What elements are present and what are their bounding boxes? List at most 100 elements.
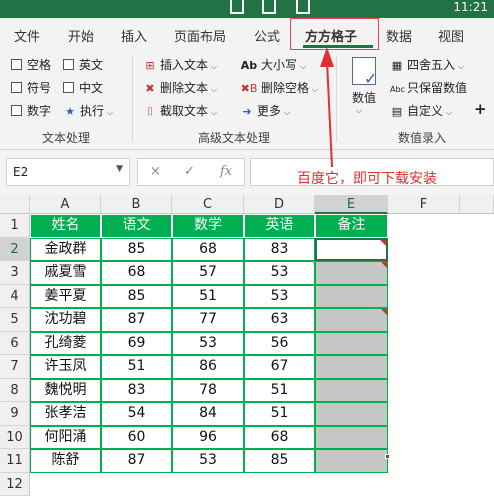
table-cell[interactable]: 54 (101, 402, 172, 426)
table-cell[interactable]: 53 (172, 331, 244, 355)
tab-1[interactable]: 开始 (68, 26, 94, 45)
table-cell[interactable]: 63 (244, 308, 315, 332)
table-cell[interactable]: 83 (244, 237, 315, 261)
notes-cell[interactable] (315, 449, 388, 473)
keep-value-button[interactable]: Abc 只保留数值 (390, 79, 467, 96)
table-cell[interactable]: 53 (172, 449, 244, 473)
notes-cell[interactable] (315, 402, 388, 426)
name-box[interactable]: E2 ▼ (6, 158, 130, 186)
table-cell[interactable]: 陈舒 (30, 449, 101, 473)
header-cell[interactable]: 备注 (315, 214, 388, 238)
case-button[interactable]: Ab 大小写 ⌵ (240, 56, 306, 73)
selected-cell[interactable] (315, 237, 388, 261)
notes-cell[interactable] (315, 378, 388, 402)
delete-text-button[interactable]: ✖ 删除文本 ⌵ (143, 79, 217, 96)
table-cell[interactable]: 51 (244, 402, 315, 426)
cancel-icon[interactable]: × (150, 164, 161, 179)
column-header-E[interactable]: E (315, 195, 388, 214)
fx-icon[interactable]: fx (220, 164, 232, 179)
table-cell[interactable]: 69 (101, 331, 172, 355)
table-cell[interactable]: 60 (101, 425, 172, 449)
table-cell[interactable]: 张孝洁 (30, 402, 101, 426)
table-cell[interactable]: 孔绮菱 (30, 331, 101, 355)
tab-0[interactable]: 文件 (14, 26, 40, 45)
table-cell[interactable]: 84 (172, 402, 244, 426)
table-cell[interactable]: 85 (244, 449, 315, 473)
notes-cell[interactable] (315, 355, 388, 379)
table-cell[interactable]: 53 (244, 261, 315, 285)
tab-6[interactable]: 数据 (386, 26, 412, 45)
tab-2[interactable]: 插入 (121, 26, 147, 45)
custom-button[interactable]: ▤ 自定义 ⌵ (390, 102, 452, 119)
header-cell[interactable]: 姓名 (30, 214, 101, 238)
chevron-down-icon[interactable]: ⌵ (356, 106, 362, 116)
row-header-6[interactable]: 6 (0, 331, 30, 355)
checkbox-chinese[interactable]: 中文 (63, 79, 103, 96)
table-cell[interactable]: 85 (101, 284, 172, 308)
quick-access-icon[interactable] (296, 0, 310, 14)
row-header-3[interactable]: 3 (0, 261, 30, 285)
table-cell[interactable]: 51 (172, 284, 244, 308)
table-cell[interactable]: 96 (172, 425, 244, 449)
row-header-9[interactable]: 9 (0, 402, 30, 426)
tab-7[interactable]: 视图 (438, 26, 464, 45)
extract-text-button[interactable]: ⌷ 截取文本 ⌵ (143, 102, 217, 119)
header-cell[interactable]: 语文 (101, 214, 172, 238)
table-cell[interactable]: 何阳涌 (30, 425, 101, 449)
number-big-button[interactable]: ✓ (348, 57, 384, 89)
plus-icon[interactable]: + (474, 100, 487, 118)
checkbox-english[interactable]: 英文 (63, 56, 103, 73)
tab-3[interactable]: 页面布局 (174, 26, 226, 45)
table-cell[interactable]: 53 (244, 284, 315, 308)
header-cell[interactable]: 数学 (172, 214, 244, 238)
table-cell[interactable]: 68 (101, 261, 172, 285)
table-cell[interactable]: 86 (172, 355, 244, 379)
table-cell[interactable]: 78 (172, 378, 244, 402)
table-cell[interactable]: 金政群 (30, 237, 101, 261)
column-header-D[interactable]: D (244, 195, 315, 214)
table-cell[interactable]: 87 (101, 308, 172, 332)
row-header-7[interactable]: 7 (0, 355, 30, 379)
row-header-8[interactable]: 8 (0, 378, 30, 402)
notes-cell[interactable] (315, 331, 388, 355)
row-header-12[interactable]: 12 (0, 472, 30, 496)
confirm-icon[interactable]: ✓ (184, 164, 195, 179)
table-cell[interactable]: 沈功碧 (30, 308, 101, 332)
chevron-down-icon[interactable]: ▼ (116, 164, 123, 174)
row-header-5[interactable]: 5 (0, 308, 30, 332)
row-header-4[interactable]: 4 (0, 284, 30, 308)
table-cell[interactable]: 87 (101, 449, 172, 473)
notes-cell[interactable] (315, 261, 388, 285)
row-header-10[interactable]: 10 (0, 425, 30, 449)
quick-access-icon[interactable] (262, 0, 276, 14)
more-button[interactable]: ➜ 更多 ⌵ (240, 102, 290, 119)
table-cell[interactable]: 83 (101, 378, 172, 402)
table-cell[interactable]: 56 (244, 331, 315, 355)
notes-cell[interactable] (315, 425, 388, 449)
table-cell[interactable]: 68 (172, 237, 244, 261)
select-all-corner[interactable] (0, 195, 30, 214)
round-button[interactable]: ▦ 四舍五入 ⌵ (390, 56, 464, 73)
table-cell[interactable]: 57 (172, 261, 244, 285)
delete-space-button[interactable]: ✖B 删除空格 ⌵ (240, 79, 318, 96)
header-cell[interactable]: 英语 (244, 214, 315, 238)
table-cell[interactable]: 许玉凤 (30, 355, 101, 379)
notes-cell[interactable] (315, 284, 388, 308)
insert-text-button[interactable]: ⊞ 插入文本 ⌵ (143, 56, 217, 73)
table-cell[interactable]: 51 (244, 378, 315, 402)
execute-button[interactable]: ★ 执行 ⌵ (63, 102, 113, 119)
table-cell[interactable]: 戚夏雪 (30, 261, 101, 285)
column-header-g[interactable] (460, 195, 494, 214)
table-cell[interactable]: 85 (101, 237, 172, 261)
quick-access-icon[interactable] (230, 0, 244, 14)
column-header-A[interactable]: A (30, 195, 101, 214)
table-cell[interactable]: 姜平夏 (30, 284, 101, 308)
table-cell[interactable]: 77 (172, 308, 244, 332)
row-header-11[interactable]: 11 (0, 449, 30, 473)
notes-cell[interactable] (315, 308, 388, 332)
fill-handle[interactable] (385, 454, 390, 459)
tab-4[interactable]: 公式 (254, 26, 280, 45)
table-cell[interactable]: 67 (244, 355, 315, 379)
checkbox-space[interactable]: 空格 (11, 56, 51, 73)
checkbox-symbol[interactable]: 符号 (11, 79, 51, 96)
